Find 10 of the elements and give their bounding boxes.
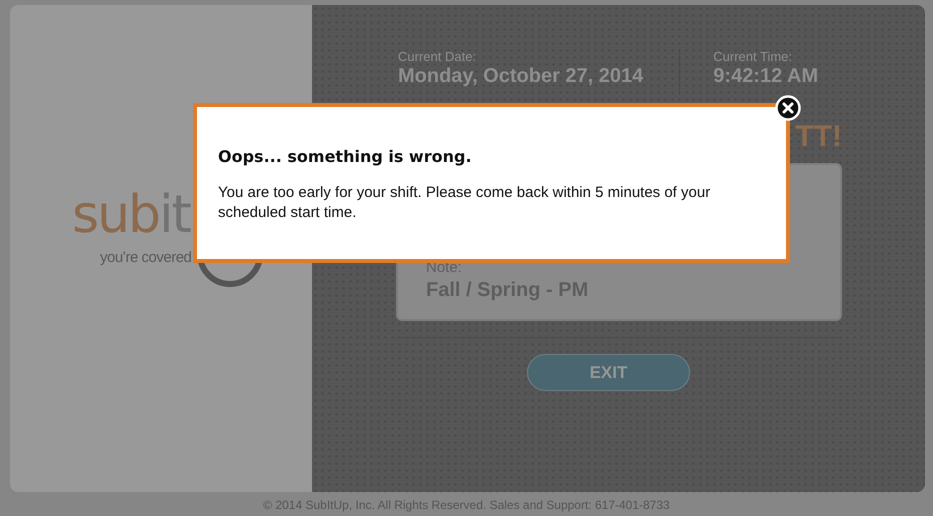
date-label: Current Date: (398, 49, 478, 64)
close-icon[interactable] (775, 95, 801, 121)
exit-button[interactable]: EXIT (527, 354, 690, 391)
dialog-message: You are too early for your shift. Please come back within 5 minutes of your scheduled start time. (218, 183, 712, 223)
time-value: 9:42:12 AM (713, 65, 818, 88)
logo-tagline: you’re covered (100, 249, 192, 266)
time-label: Current Time: (713, 49, 794, 64)
dialog-title: Oops... something is wrong. (218, 147, 473, 166)
date-value: Monday, October 27, 2014 (398, 65, 644, 88)
heading: TT! (795, 119, 842, 155)
